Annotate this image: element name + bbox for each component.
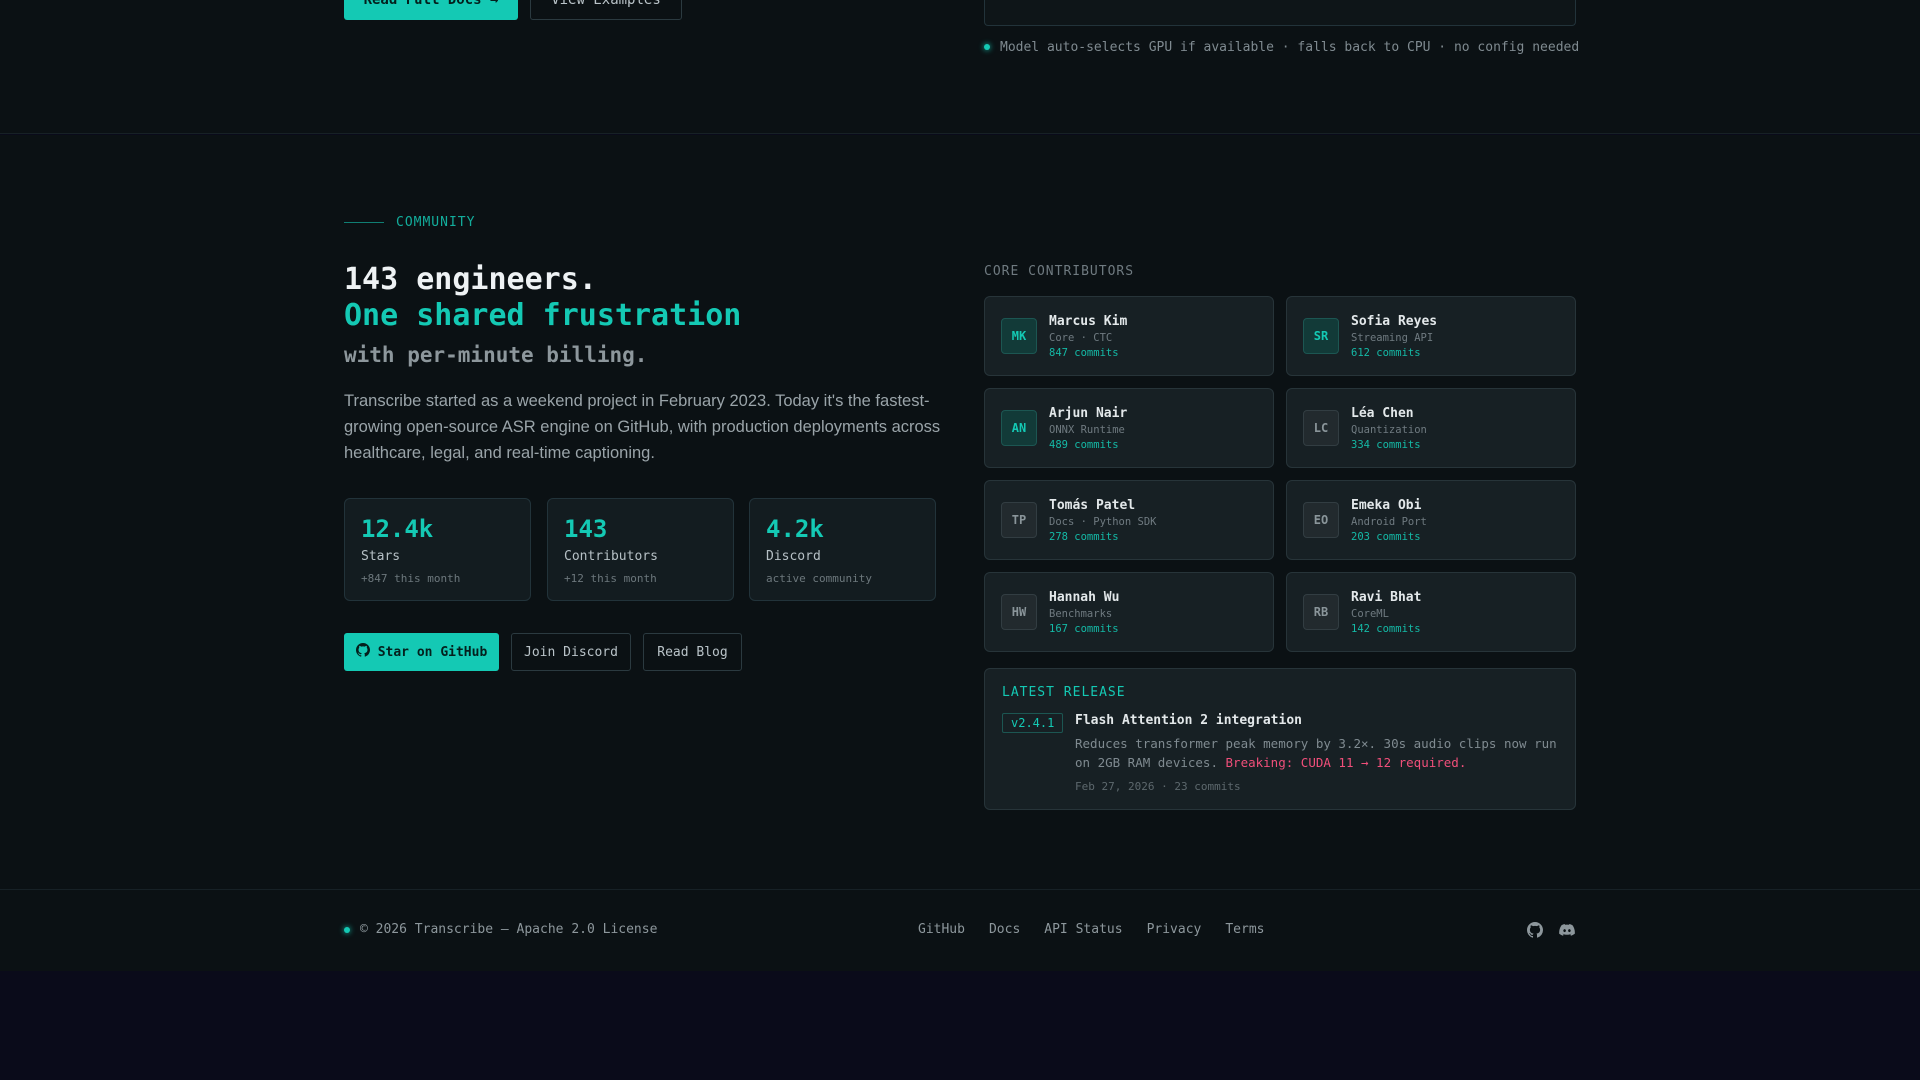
star-on-github-label: Star on GitHub xyxy=(377,644,488,660)
breaking-change-text: Breaking: CUDA 11 → 12 required. xyxy=(1225,755,1467,770)
contributor-card[interactable]: AN Arjun Nair ONNX Runtime 489 commits xyxy=(984,388,1274,468)
headline-line1: 143 engineers. xyxy=(344,262,597,297)
footer-link-docs[interactable]: Docs xyxy=(989,922,1020,937)
join-discord-button[interactable]: Join Discord xyxy=(511,633,631,671)
footer-link-terms[interactable]: Terms xyxy=(1225,922,1264,937)
contributor-card[interactable]: LC Léa Chen Quantization 334 commits xyxy=(1286,388,1576,468)
latest-release-card: LATEST RELEASE v2.4.1 Flash Attention 2 … xyxy=(984,668,1576,810)
discord-icon[interactable] xyxy=(1558,921,1576,939)
contributor-commits: 278 commits xyxy=(1049,530,1119,543)
contributor-role: Streaming API xyxy=(1351,331,1434,344)
footer-link-api-status[interactable]: API Status xyxy=(1044,922,1122,937)
footer: © 2026 Transcribe — Apache 2.0 License G… xyxy=(0,889,1920,971)
status-dot-icon xyxy=(984,44,990,50)
gpu-note: Model auto-selects GPU if available · fa… xyxy=(984,38,1579,56)
read-docs-button[interactable]: Read Full Docs → xyxy=(344,0,518,20)
stat-label: Discord xyxy=(766,549,821,564)
code-block xyxy=(984,0,1576,26)
contributor-name: Marcus Kim xyxy=(1049,313,1128,329)
contributor-name: Léa Chen xyxy=(1351,405,1414,421)
core-contributors-label: CORE CONTRIBUTORS xyxy=(984,264,1135,279)
stat-card-discord: 4.2k Discord active community xyxy=(749,498,936,601)
stat-sub: +847 this month xyxy=(361,572,461,585)
join-discord-label: Join Discord xyxy=(524,644,618,660)
footer-link-github[interactable]: GitHub xyxy=(918,922,965,937)
release-title: Flash Attention 2 integration xyxy=(1075,713,1302,728)
contributor-name: Tomás Patel xyxy=(1049,497,1136,513)
contributor-card[interactable]: SR Sofia Reyes Streaming API 612 commits xyxy=(1286,296,1576,376)
contributor-role: ONNX Runtime xyxy=(1049,423,1125,436)
contributor-commits: 847 commits xyxy=(1049,346,1119,359)
contributor-card[interactable]: EO Emeka Obi Android Port 203 commits xyxy=(1286,480,1576,560)
contributor-commits: 203 commits xyxy=(1351,530,1421,543)
stat-label: Stars xyxy=(361,549,401,564)
contributor-card[interactable]: RB Ravi Bhat CoreML 142 commits xyxy=(1286,572,1576,652)
status-dot-icon xyxy=(344,926,350,933)
contributor-commits: 142 commits xyxy=(1351,622,1421,635)
stat-value: 143 xyxy=(564,515,608,543)
contributor-role: Docs · Python SDK xyxy=(1049,515,1157,528)
contributor-role: Core · CTC xyxy=(1049,331,1113,344)
contributor-name: Ravi Bhat xyxy=(1351,589,1422,605)
stat-card-stars: 12.4k Stars +847 this month xyxy=(344,498,531,601)
github-icon xyxy=(355,643,370,661)
avatar: RB xyxy=(1303,594,1339,630)
community-section xyxy=(0,135,1920,889)
footer-social xyxy=(1526,921,1576,939)
contributor-role: Android Port xyxy=(1351,515,1427,528)
footer-copyright: © 2026 Transcribe — Apache 2.0 License xyxy=(344,922,657,937)
eyebrow-text: COMMUNITY xyxy=(396,215,476,230)
stat-card-contributors: 143 Contributors +12 this month xyxy=(547,498,734,601)
contributor-role: Benchmarks xyxy=(1049,607,1113,620)
stat-sub: +12 this month xyxy=(564,572,657,585)
github-icon[interactable] xyxy=(1526,921,1544,939)
stat-sub: active community xyxy=(766,572,872,585)
headline-line3: with per-minute billing. xyxy=(344,343,648,367)
release-description: Reduces transformer peak memory by 3.2×.… xyxy=(1075,734,1565,772)
footer-nav: GitHub Docs API Status Privacy Terms xyxy=(918,922,1265,937)
contributor-card[interactable]: HW Hannah Wu Benchmarks 167 commits xyxy=(984,572,1274,652)
avatar: AN xyxy=(1001,410,1037,446)
avatar: SR xyxy=(1303,318,1339,354)
avatar: LC xyxy=(1303,410,1339,446)
gpu-note-text: Model auto-selects GPU if available · fa… xyxy=(1000,39,1580,55)
contributor-commits: 334 commits xyxy=(1351,438,1421,451)
view-examples-label: View Examples xyxy=(551,0,661,8)
community-paragraph: Transcribe started as a weekend project … xyxy=(344,392,941,462)
headline-line2: One shared frustration xyxy=(344,298,742,333)
avatar: EO xyxy=(1303,502,1339,538)
view-examples-button[interactable]: View Examples xyxy=(530,0,682,20)
avatar: HW xyxy=(1001,594,1037,630)
contributor-commits: 612 commits xyxy=(1351,346,1421,359)
release-meta: Feb 27, 2026 · 23 commits xyxy=(1075,780,1241,793)
contributor-card[interactable]: MK Marcus Kim Core · CTC 847 commits xyxy=(984,296,1274,376)
read-docs-label: Read Full Docs → xyxy=(363,0,499,8)
contributor-role: Quantization xyxy=(1351,423,1427,436)
footer-link-privacy[interactable]: Privacy xyxy=(1147,922,1202,937)
contributor-commits: 167 commits xyxy=(1049,622,1119,635)
stat-value: 4.2k xyxy=(766,515,824,543)
contributor-name: Arjun Nair xyxy=(1049,405,1128,421)
contributor-name: Hannah Wu xyxy=(1049,589,1120,605)
contributor-name: Sofia Reyes xyxy=(1351,313,1438,329)
avatar: TP xyxy=(1001,502,1037,538)
contributor-commits: 489 commits xyxy=(1049,438,1119,451)
version-badge: v2.4.1 xyxy=(1002,713,1064,733)
community-eyebrow: COMMUNITY xyxy=(344,215,475,230)
read-blog-label: Read Blog xyxy=(657,644,728,660)
stat-value: 12.4k xyxy=(361,515,434,543)
stat-label: Contributors xyxy=(564,549,658,564)
contributor-card[interactable]: TP Tomás Patel Docs · Python SDK 278 com… xyxy=(984,480,1274,560)
star-on-github-button[interactable]: Star on GitHub xyxy=(344,633,499,671)
avatar: MK xyxy=(1001,318,1037,354)
latest-release-label: LATEST RELEASE xyxy=(1002,685,1126,700)
top-section: Read Full Docs → View Examples Model aut… xyxy=(0,0,1920,134)
contributor-name: Emeka Obi xyxy=(1351,497,1422,513)
copyright-text: © 2026 Transcribe — Apache 2.0 License xyxy=(360,922,658,937)
contributor-role: CoreML xyxy=(1351,607,1389,620)
read-blog-button[interactable]: Read Blog xyxy=(643,633,742,671)
eyebrow-line xyxy=(344,222,384,223)
